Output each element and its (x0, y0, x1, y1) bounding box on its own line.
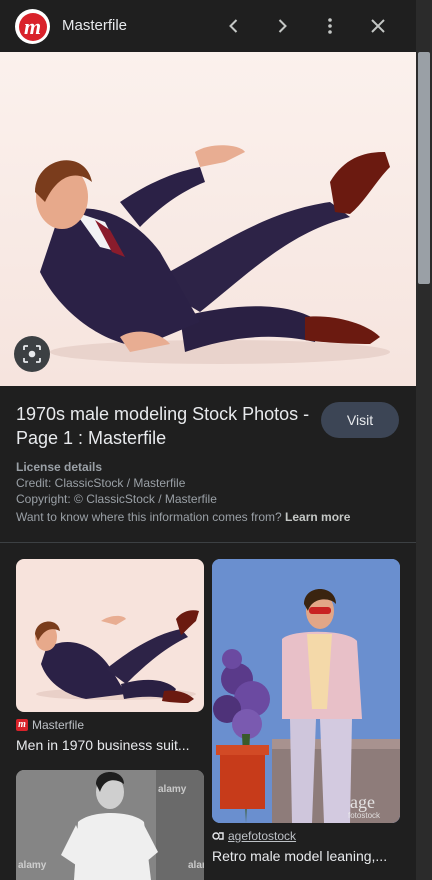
close-button[interactable] (362, 10, 394, 42)
masterfile-favicon-icon: m (16, 719, 28, 731)
scrollbar[interactable] (416, 0, 432, 880)
more-options-button[interactable] (314, 10, 346, 42)
agefotostock-favicon-icon (212, 832, 224, 840)
license-credit: Credit: ClassicStock / Masterfile (16, 476, 186, 490)
close-icon (371, 19, 385, 33)
related-image-2[interactable]: age fotostock (212, 559, 400, 823)
info-question: Want to know where this information come… (16, 510, 282, 524)
related-title-2[interactable]: Retro male model leaning,... (212, 848, 400, 864)
site-name[interactable]: Masterfile (62, 17, 127, 34)
alamy-watermark: alamy (158, 784, 187, 795)
masterfile-logo[interactable]: m (15, 9, 50, 44)
related-image-3[interactable]: alamy alamy alamy (16, 770, 204, 880)
more-vertical-icon (328, 18, 332, 34)
previous-button[interactable] (218, 10, 250, 42)
age-watermark: age (350, 792, 375, 812)
related-source-2[interactable]: agefotostock (212, 829, 296, 843)
next-button[interactable] (266, 10, 298, 42)
info-source-text: Want to know where this information come… (16, 510, 350, 524)
related-source-2-label: agefotostock (228, 829, 297, 843)
header-bar: m Masterfile (0, 0, 416, 52)
visit-button[interactable]: Visit (321, 402, 399, 438)
related-source-1[interactable]: m Masterfile (16, 718, 84, 732)
divider (0, 542, 416, 543)
chevron-left-icon (229, 19, 238, 33)
result-title[interactable]: 1970s male modeling Stock Photos - Page … (16, 402, 316, 450)
visual-search-icon (23, 345, 41, 363)
lens-search-button[interactable] (14, 336, 50, 372)
main-preview-image[interactable] (0, 52, 416, 386)
related-source-1-label: Masterfile (32, 718, 85, 732)
masterfile-logo-letter: m (18, 12, 47, 41)
alamy-watermark-2: alamy (18, 860, 47, 871)
license-copyright: Copyright: © ClassicStock / Masterfile (16, 492, 217, 506)
license-heading: License details (16, 460, 103, 474)
related-photo-2 (212, 559, 400, 823)
related-title-1[interactable]: Men in 1970 business suit... (16, 737, 204, 753)
related-image-1[interactable] (16, 559, 204, 712)
related-photo-1 (35, 610, 199, 703)
scrollbar-thumb[interactable] (418, 52, 430, 284)
learn-more-link[interactable]: Learn more (285, 510, 350, 524)
age-watermark-sub: fotostock (348, 811, 381, 820)
license-details: License details Credit: ClassicStock / M… (16, 459, 217, 507)
chevron-right-icon (278, 19, 287, 33)
alamy-watermark-3: alamy (188, 860, 204, 871)
man-in-suit-photo (35, 145, 390, 364)
